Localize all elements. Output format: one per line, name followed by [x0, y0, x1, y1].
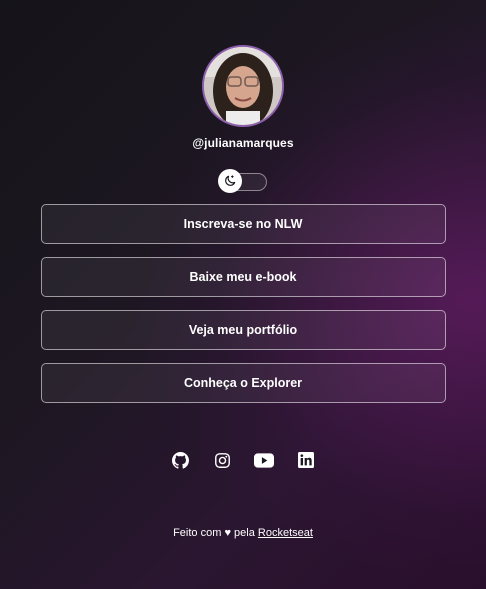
- youtube-icon: [254, 452, 274, 468]
- social-links: [170, 450, 316, 470]
- theme-switch-knob[interactable]: [218, 169, 242, 193]
- linkedin-link[interactable]: [296, 450, 316, 470]
- link-item: Conheça o Explorer: [40, 363, 446, 403]
- github-link[interactable]: [170, 450, 190, 470]
- profile: @julianamarques: [192, 45, 294, 150]
- link-item: Baixe meu e-book: [40, 257, 446, 297]
- heart-icon: ♥: [224, 527, 231, 539]
- avatar: [201, 45, 284, 127]
- linkedin-icon: [298, 452, 314, 468]
- username: @julianamarques: [192, 136, 294, 150]
- link-button-portfolio[interactable]: Veja meu portfólio: [40, 310, 446, 350]
- footer-middle: pela: [234, 527, 255, 539]
- moon-icon: [225, 175, 236, 186]
- instagram-link[interactable]: [212, 450, 232, 470]
- link-item: Inscreva-se no NLW: [40, 204, 446, 244]
- links-list: Inscreva-se no NLW Baixe meu e-book Veja…: [40, 204, 446, 416]
- link-button-explorer[interactable]: Conheça o Explorer: [40, 363, 446, 403]
- youtube-link[interactable]: [254, 450, 274, 470]
- footer: Feito com ♥ pela Rocketseat: [0, 527, 486, 539]
- link-button-ebook[interactable]: Baixe meu e-book: [40, 257, 446, 297]
- theme-switch[interactable]: [218, 169, 267, 193]
- github-icon: [171, 451, 189, 469]
- page: @julianamarques Inscreva-se no NLW Baixe…: [0, 0, 486, 589]
- instagram-icon: [214, 452, 230, 468]
- link-button-nlw[interactable]: Inscreva-se no NLW: [40, 204, 446, 244]
- link-item: Veja meu portfólio: [40, 310, 446, 350]
- rocketseat-link[interactable]: Rocketseat: [258, 527, 313, 539]
- footer-prefix: Feito com: [173, 527, 222, 539]
